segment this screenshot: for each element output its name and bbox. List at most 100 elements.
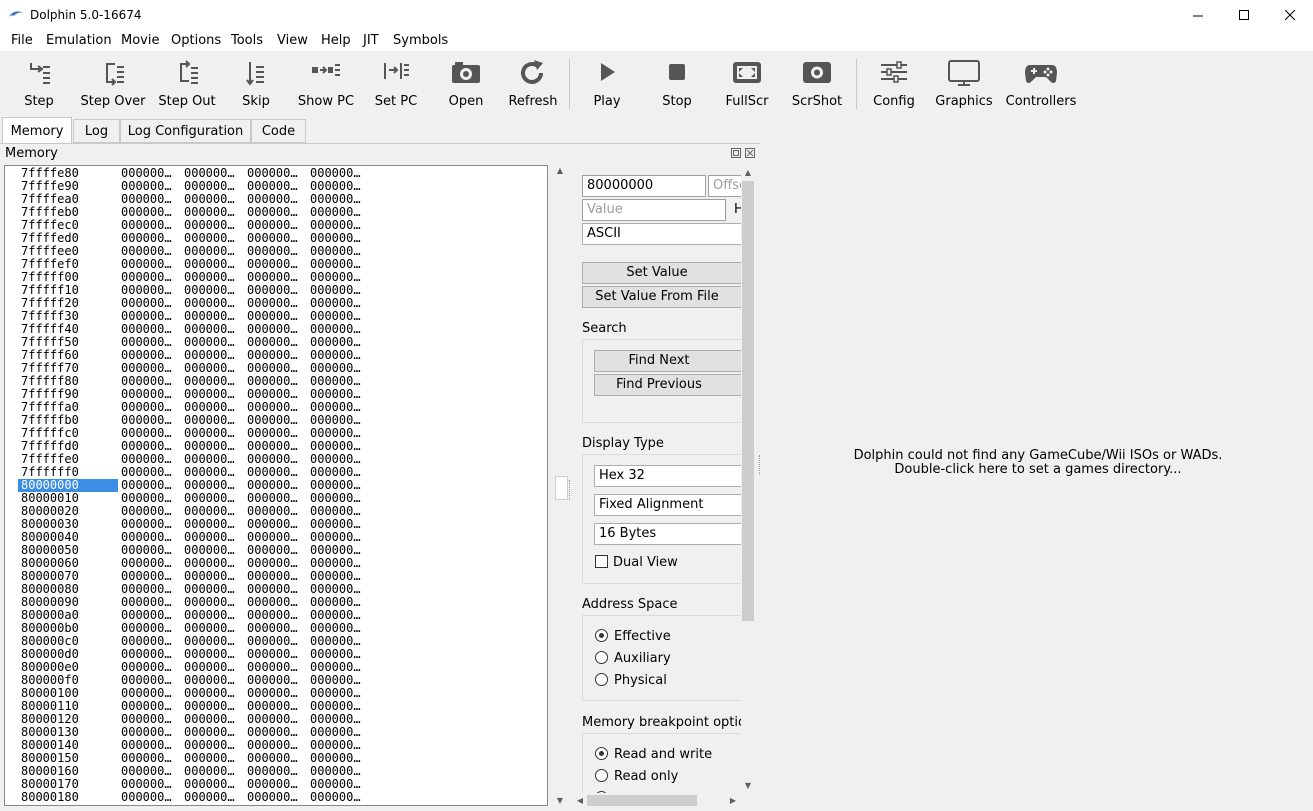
scroll-thumb[interactable] <box>587 795 697 806</box>
search-label: Search <box>582 321 627 336</box>
refresh-button[interactable]: Refresh <box>502 51 564 115</box>
read-and-write-label: Read and write <box>614 747 713 762</box>
game-list-area[interactable]: Dolphin could not find any GameCube/Wii … <box>820 449 1256 477</box>
controls-scrollbar[interactable]: ▲ ▼ <box>741 165 756 793</box>
screenshot-button[interactable]: ScrShot <box>787 51 847 115</box>
dolphin-logo-icon <box>9 11 23 17</box>
step-out-button[interactable]: Step Out <box>152 51 222 115</box>
close-panel-button[interactable] <box>745 148 755 158</box>
offset-input[interactable]: Offset <box>708 175 741 197</box>
find-previous-button[interactable]: Find Previous <box>594 374 741 396</box>
menu-symbols[interactable]: Symbols <box>393 33 448 48</box>
set-games-directory-hint: Double-click here to set a games directo… <box>894 462 1182 477</box>
fullscreen-label: FullScr <box>725 94 769 109</box>
config-button[interactable]: Config <box>864 51 924 115</box>
tab-code[interactable]: Code <box>251 119 306 143</box>
close-button[interactable] <box>1267 0 1313 31</box>
scroll-down-arrow-icon[interactable]: ▼ <box>743 780 753 790</box>
physical-radio[interactable] <box>595 673 608 686</box>
step-over-button[interactable]: Step Over <box>78 51 148 115</box>
scroll-up-arrow-icon[interactable]: ▲ <box>743 167 753 177</box>
scroll-thumb[interactable] <box>742 181 754 621</box>
effective-label: Effective <box>614 629 671 644</box>
set-pc-label: Set PC <box>374 94 418 109</box>
splitter-handle[interactable] <box>569 480 572 500</box>
memory-view[interactable]: 7ffffe80 000000… 000000… 000000… 000000… 7fff… <box>4 165 548 806</box>
graphics-icon <box>948 60 980 86</box>
breakpoint-options-group <box>582 733 741 793</box>
row-bytes-select[interactable]: 16 Bytes <box>594 523 741 545</box>
minimize-button[interactable] <box>1175 0 1221 31</box>
play-button[interactable]: Play <box>577 51 637 115</box>
skip-label: Skip <box>242 94 270 109</box>
tab-log-configuration[interactable]: Log Configuration <box>120 119 251 143</box>
address-space-label: Address Space <box>582 597 678 612</box>
tab-memory[interactable]: Memory <box>2 117 72 144</box>
maximize-button[interactable] <box>1221 0 1267 31</box>
menu-options[interactable]: Options <box>171 33 221 48</box>
menu-file[interactable]: File <box>11 33 33 48</box>
float-panel-button[interactable] <box>731 148 741 158</box>
memory-value-cell[interactable]: 000000… <box>310 791 361 804</box>
step-button[interactable]: Step <box>4 51 74 115</box>
skip-icon <box>246 62 264 86</box>
controls-horizontal-scrollbar[interactable]: ◀ ▶ <box>573 793 741 808</box>
effective-radio[interactable] <box>595 629 608 642</box>
scroll-right-arrow-icon[interactable]: ▶ <box>728 795 738 805</box>
controllers-label: Controllers <box>1005 94 1077 109</box>
scroll-thumb[interactable] <box>555 476 568 500</box>
scroll-down-arrow-icon[interactable]: ▼ <box>555 795 565 805</box>
step-over-icon <box>106 63 124 86</box>
memory-scrollbar[interactable]: ▲ ▼ <box>553 165 568 806</box>
scroll-left-arrow-icon[interactable]: ◀ <box>575 795 585 805</box>
auxiliary-radio[interactable] <box>595 651 608 664</box>
stop-button[interactable]: Stop <box>647 51 707 115</box>
open-button[interactable]: Open <box>436 51 496 115</box>
graphics-button[interactable]: Graphics <box>934 51 994 115</box>
no-games-message: Dolphin could not find any GameCube/Wii … <box>853 448 1223 463</box>
auxiliary-label: Auxiliary <box>614 651 671 666</box>
menu-movie[interactable]: Movie <box>121 33 159 48</box>
show-pc-button[interactable]: Show PC <box>290 51 362 115</box>
toolbar: Step Step Over Step Out Skip Show PC Set… <box>0 51 1313 115</box>
step-icon <box>30 63 50 84</box>
hex-label: H <box>734 202 741 217</box>
menu-help[interactable]: Help <box>321 33 351 48</box>
set-value-from-file-button[interactable]: Set Value From File <box>582 286 741 308</box>
set-pc-icon <box>384 63 409 79</box>
menu-tools[interactable]: Tools <box>231 33 263 48</box>
fullscreen-button[interactable]: FullScr <box>717 51 777 115</box>
read-and-write-radio[interactable] <box>595 747 608 760</box>
read-only-radio[interactable] <box>595 769 608 782</box>
find-next-button[interactable]: Find Next <box>594 350 741 372</box>
read-only-label: Read only <box>614 769 679 784</box>
memory-value-cell[interactable]: 000000… <box>121 791 172 804</box>
skip-button[interactable]: Skip <box>226 51 286 115</box>
address-input[interactable]: 80000000 <box>582 175 706 197</box>
splitter-handle[interactable] <box>759 455 762 475</box>
config-label: Config <box>873 94 915 109</box>
set-value-button[interactable]: Set Value <box>582 262 741 284</box>
menu-view[interactable]: View <box>277 33 308 48</box>
memory-value-cell[interactable]: 000000… <box>247 791 298 804</box>
memory-row[interactable]: 80000180 000000… 000000… 000000… 000000… <box>5 791 545 804</box>
value-input[interactable]: Value <box>582 199 726 221</box>
memory-address[interactable]: 80000180 <box>21 791 118 804</box>
toolbar-separator <box>569 59 570 109</box>
scroll-up-arrow-icon[interactable]: ▲ <box>555 165 565 175</box>
panel-title: Memory <box>5 146 58 161</box>
tab-log[interactable]: Log <box>73 119 120 143</box>
controllers-button[interactable]: Controllers <box>1004 51 1078 115</box>
close-icon <box>746 149 754 157</box>
step-out-icon <box>180 60 198 84</box>
set-pc-button[interactable]: Set PC <box>366 51 426 115</box>
dual-view-checkbox[interactable] <box>595 555 608 568</box>
alignment-select[interactable]: Fixed Alignment <box>594 494 741 516</box>
stop-icon <box>669 64 685 80</box>
display-type-select[interactable]: Hex 32 <box>594 465 741 487</box>
menu-emulation[interactable]: Emulation <box>46 33 112 48</box>
memory-value-cell[interactable]: 000000… <box>184 791 235 804</box>
input-type-select[interactable]: ASCII <box>582 223 741 245</box>
tab-underline <box>0 143 760 144</box>
menu-jit[interactable]: JIT <box>363 33 379 48</box>
